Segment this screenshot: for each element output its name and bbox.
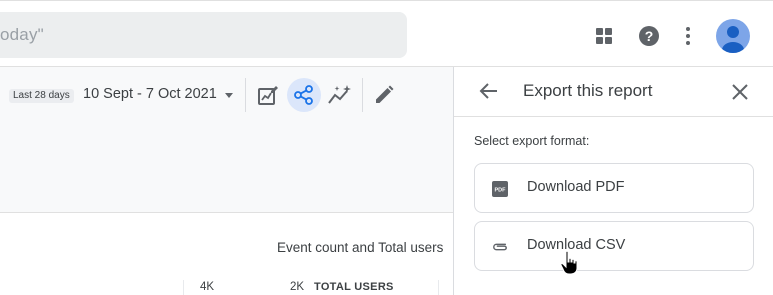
export-panel: Export this report Select export format:… — [453, 67, 773, 295]
edit-report-icon[interactable] — [256, 84, 280, 108]
download-pdf-button[interactable]: PDF Download PDF — [474, 163, 754, 213]
search-box[interactable]: oday" — [0, 12, 407, 58]
export-panel-header: Export this report — [454, 67, 773, 117]
axis-tick-right: 2K — [290, 281, 305, 293]
axis-tick-left: 4K — [200, 281, 215, 293]
date-range-picker[interactable]: 10 Sept - 7 Oct 2021 — [83, 86, 233, 102]
account-avatar[interactable] — [716, 19, 750, 53]
toolbar-divider — [362, 78, 363, 112]
help-icon[interactable]: ? — [638, 25, 660, 47]
download-csv-button[interactable]: Download CSV — [474, 221, 754, 271]
pdf-icon: PDF — [492, 181, 508, 197]
apps-icon[interactable] — [595, 27, 613, 45]
export-panel-title: Export this report — [523, 81, 653, 100]
chart-gridline — [183, 280, 184, 295]
chart-title: Event count and Total users — [277, 240, 444, 255]
top-bar: oday" ? — [0, 0, 773, 67]
more-vert-icon[interactable] — [679, 26, 697, 46]
caret-down-icon — [224, 92, 233, 98]
share-icon[interactable] — [287, 78, 321, 112]
search-input-text[interactable]: oday" — [0, 25, 44, 45]
export-format-label: Select export format: — [474, 134, 590, 148]
svg-text:?: ? — [645, 28, 654, 44]
date-range-label: 10 Sept - 7 Oct 2021 — [83, 86, 217, 102]
svg-text:PDF: PDF — [495, 188, 507, 194]
hand-pointer-cursor — [560, 250, 582, 276]
pencil-icon[interactable] — [372, 83, 396, 107]
attachment-icon — [492, 239, 508, 255]
back-arrow-icon[interactable] — [478, 80, 500, 102]
toolbar-divider — [245, 78, 246, 112]
insights-icon[interactable] — [327, 83, 353, 107]
close-icon[interactable] — [729, 81, 751, 103]
chart-gridline — [438, 280, 439, 295]
date-range-chip: Last 28 days — [9, 89, 74, 103]
download-pdf-label: Download PDF — [527, 179, 625, 195]
legend-total-users: TOTAL USERS — [314, 281, 394, 293]
